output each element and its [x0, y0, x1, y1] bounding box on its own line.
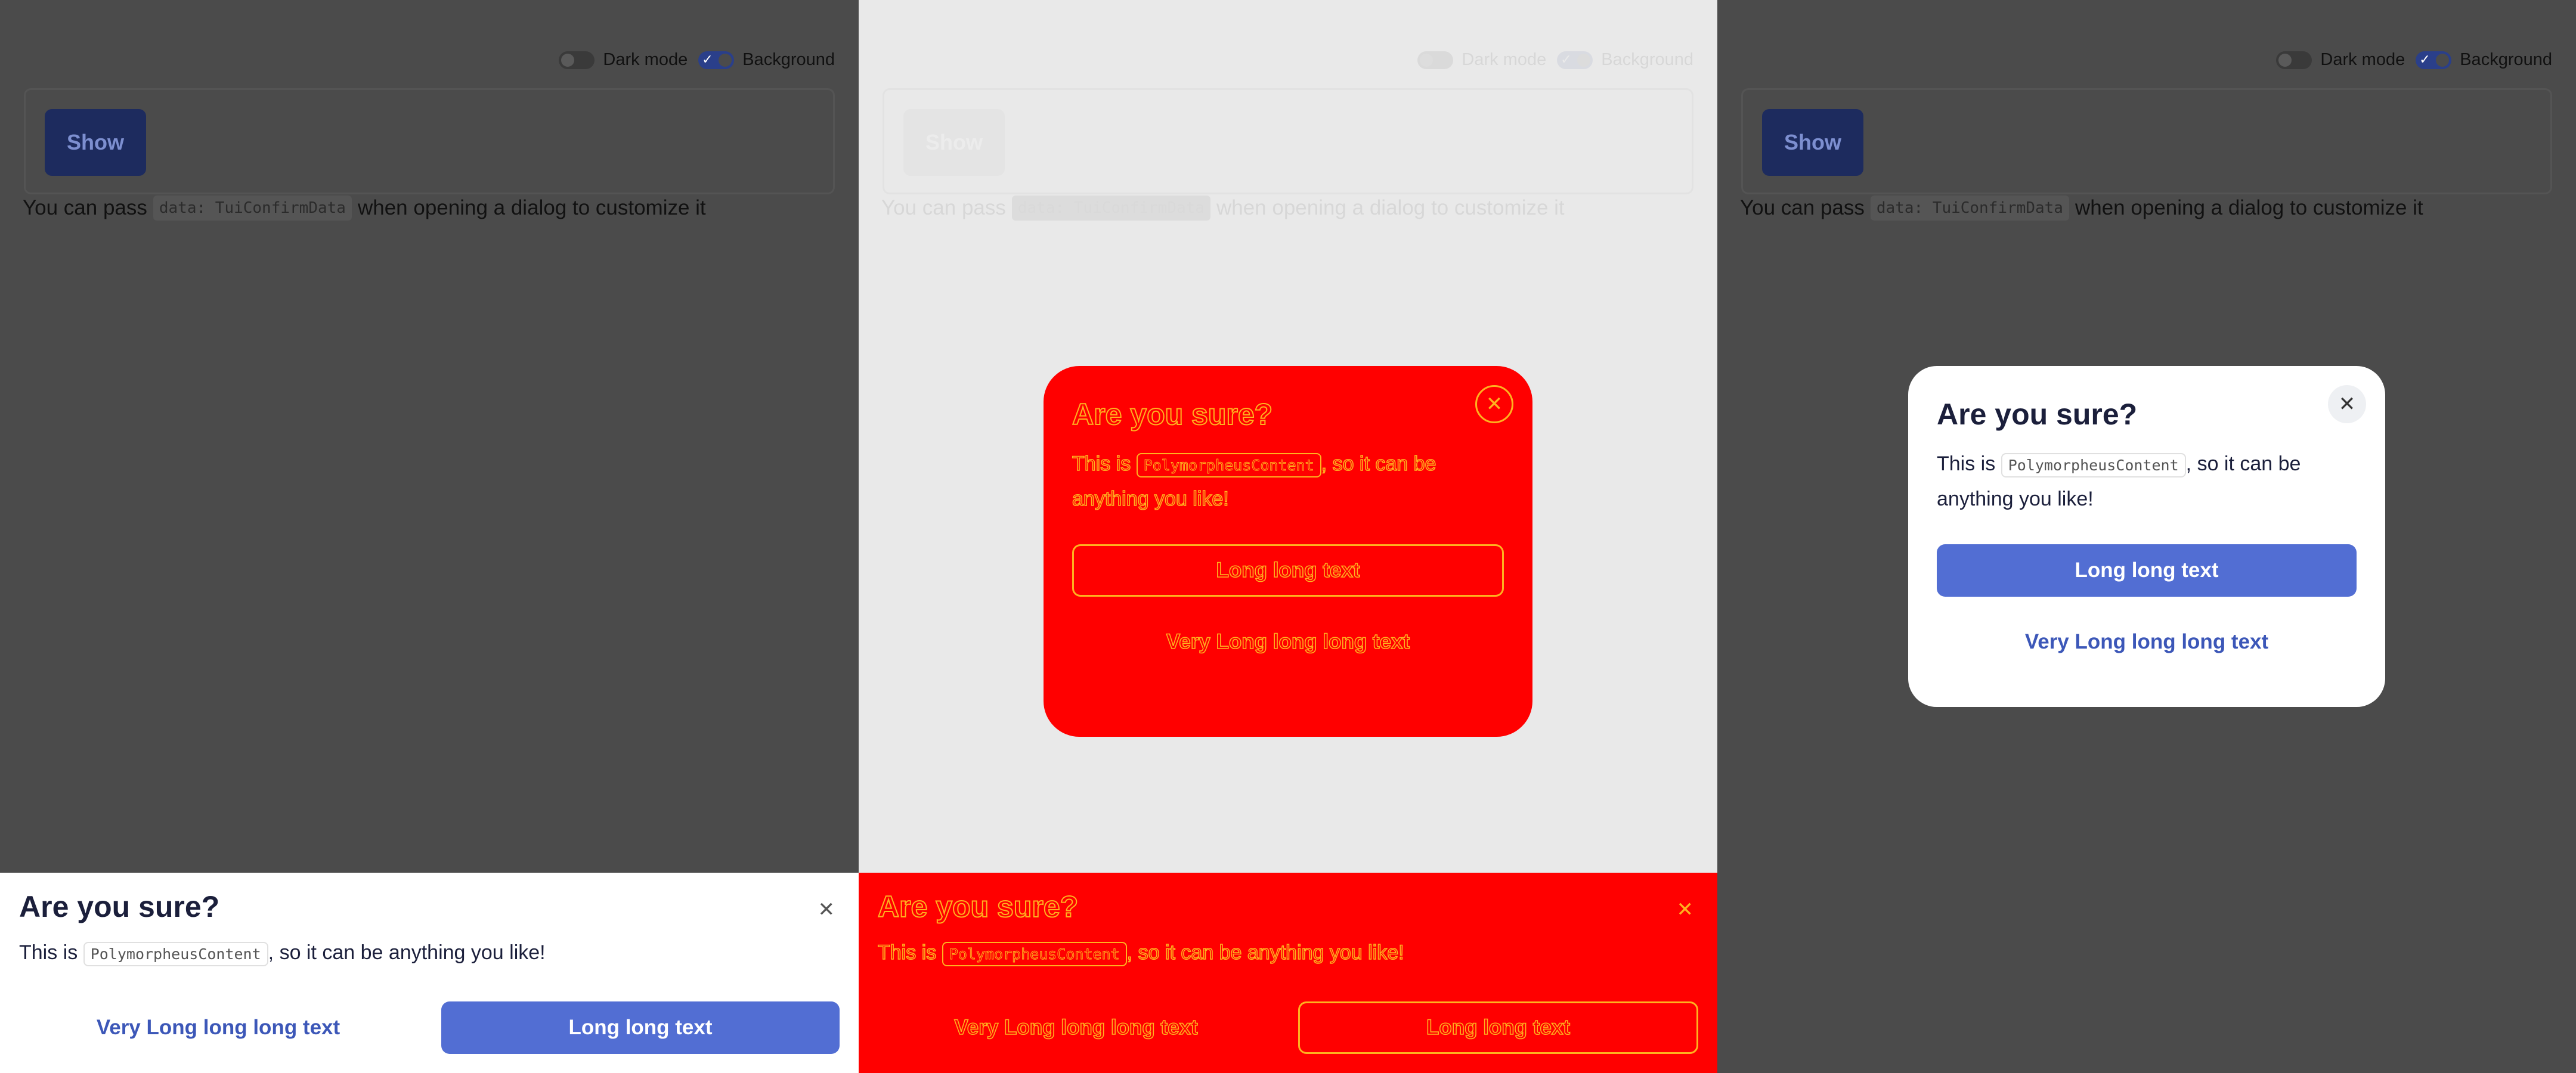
demo-box: Show	[1741, 88, 2552, 194]
confirm-dialog: Are you sure? ✕ This is PolymorpheusCont…	[1908, 366, 2385, 707]
dialog-title: Are you sure?	[1072, 397, 1273, 432]
text-before: This is	[19, 941, 78, 964]
secondary-button[interactable]: Very Long long long text	[878, 1001, 1274, 1054]
desc-after: when opening a dialog to customize it	[2075, 196, 2423, 219]
background-label: Background	[1601, 50, 1693, 69]
description: You can pass data: TuiConfirmData when o…	[23, 196, 706, 221]
close-icon[interactable]: ✕	[1475, 385, 1513, 423]
desc-code: data: TuiConfirmData	[1011, 196, 1210, 221]
show-button[interactable]: Show	[903, 109, 1005, 176]
dialog-actions: Very Long long long text Long long text	[878, 1001, 1698, 1054]
secondary-button[interactable]: Very Long long long text	[1937, 624, 2357, 660]
demo-box: Show	[24, 88, 835, 194]
dialog-content: This is PolymorpheusContent, so it can b…	[1937, 447, 2357, 516]
toggle-knob	[561, 53, 575, 67]
primary-button[interactable]: Long long text	[1072, 544, 1504, 597]
dark-mode-label: Dark mode	[603, 50, 688, 69]
toggle-track[interactable]	[2276, 51, 2312, 69]
text-after: , so it can be anything you like!	[1126, 941, 1405, 965]
dark-mode-toggle[interactable]: Dark mode	[1417, 50, 1546, 70]
toolbar: Dark mode ✓ Background	[2276, 50, 2552, 70]
dialog-title: Are you sure?	[877, 889, 1079, 924]
desc-before: You can pass	[881, 196, 1006, 219]
text-before: This is	[1072, 452, 1131, 476]
close-icon[interactable]: ✕	[818, 898, 835, 922]
background-toggle[interactable]: ✓ Background	[2416, 50, 2552, 70]
toggle-track[interactable]: ✓	[698, 51, 735, 69]
toggle-track[interactable]	[1417, 51, 1454, 69]
dark-mode-label: Dark mode	[2320, 50, 2405, 69]
demo-box: Show	[883, 88, 1693, 194]
panel-diff: Dark mode ✓ Background Show You can pass…	[859, 0, 1717, 1073]
toggle-knob	[2436, 53, 2450, 67]
dark-mode-label: Dark mode	[1462, 50, 1547, 69]
background-label: Background	[2460, 50, 2552, 69]
primary-button[interactable]: Long long text	[1937, 544, 2357, 597]
dialog-actions: Very Long long long text Long long text	[19, 1001, 840, 1054]
dark-mode-toggle[interactable]: Dark mode	[559, 50, 688, 70]
dialog-content: This is PolymorpheusContent, so it can b…	[1072, 447, 1504, 516]
description: You can pass data: TuiConfirmData when o…	[881, 196, 1565, 221]
toggle-knob	[1577, 53, 1591, 67]
desc-before: You can pass	[23, 196, 147, 219]
description: You can pass data: TuiConfirmData when o…	[1740, 196, 2423, 221]
text-after: , so it can be anything you like!	[268, 941, 546, 964]
background-toggle[interactable]: ✓ Background	[1557, 50, 1693, 70]
desc-after: when opening a dialog to customize it	[357, 196, 706, 219]
desc-code: data: TuiConfirmData	[153, 196, 352, 221]
show-button[interactable]: Show	[45, 109, 146, 176]
toggle-track[interactable]: ✓	[1557, 51, 1593, 69]
dialog-title: Are you sure?	[1937, 398, 2138, 431]
close-icon[interactable]: ✕	[1677, 898, 1694, 922]
secondary-button[interactable]: Very Long long long text	[19, 1001, 417, 1054]
primary-button[interactable]: Long long text	[1298, 1001, 1698, 1054]
dark-mode-toggle[interactable]: Dark mode	[2276, 50, 2405, 70]
panel-dark: Dark mode ✓ Background Show You can pass…	[0, 0, 859, 1073]
desc-after: when opening a dialog to customize it	[1216, 196, 1565, 219]
toggle-track[interactable]: ✓	[2416, 51, 2452, 69]
text-code: PolymorpheusContent	[2001, 453, 2186, 477]
toggle-track[interactable]	[559, 51, 595, 69]
panel-dialog: Dark mode ✓ Background Show You can pass…	[1717, 0, 2576, 1073]
confirm-sheet: Are you sure? ✕ This is PolymorpheusCont…	[0, 873, 859, 1073]
toggle-knob	[719, 53, 732, 67]
text-code: PolymorpheusContent	[1136, 453, 1321, 477]
confirm-dialog-highlight: Are you sure? ✕ This is PolymorpheusCont…	[1044, 366, 1532, 737]
text-code: PolymorpheusContent	[942, 942, 1127, 966]
text-before: This is	[877, 941, 937, 965]
background-label: Background	[742, 50, 835, 69]
primary-button[interactable]: Long long text	[441, 1001, 840, 1054]
check-icon: ✓	[702, 52, 713, 67]
desc-before: You can pass	[1740, 196, 1865, 219]
toolbar: Dark mode ✓ Background	[559, 50, 835, 70]
toggle-knob	[1420, 53, 1433, 67]
show-button[interactable]: Show	[1762, 109, 1863, 176]
close-icon[interactable]: ✕	[2328, 385, 2366, 423]
check-icon: ✓	[2419, 52, 2431, 67]
text-before: This is	[1937, 452, 1996, 475]
secondary-button[interactable]: Very Long long long text	[1072, 624, 1504, 660]
dialog-content: This is PolymorpheusContent, so it can b…	[877, 936, 1698, 971]
check-icon: ✓	[1561, 52, 1572, 67]
background-toggle[interactable]: ✓ Background	[698, 50, 835, 70]
dialog-title: Are you sure?	[19, 890, 220, 923]
toolbar: Dark mode ✓ Background	[1417, 50, 1693, 70]
toggle-knob	[2278, 53, 2292, 67]
confirm-sheet-highlight: Are you sure? ✕ This is PolymorpheusCont…	[859, 873, 1717, 1073]
text-code: PolymorpheusContent	[83, 942, 268, 966]
desc-code: data: TuiConfirmData	[1870, 196, 2069, 221]
dialog-content: This is PolymorpheusContent, so it can b…	[19, 936, 840, 971]
